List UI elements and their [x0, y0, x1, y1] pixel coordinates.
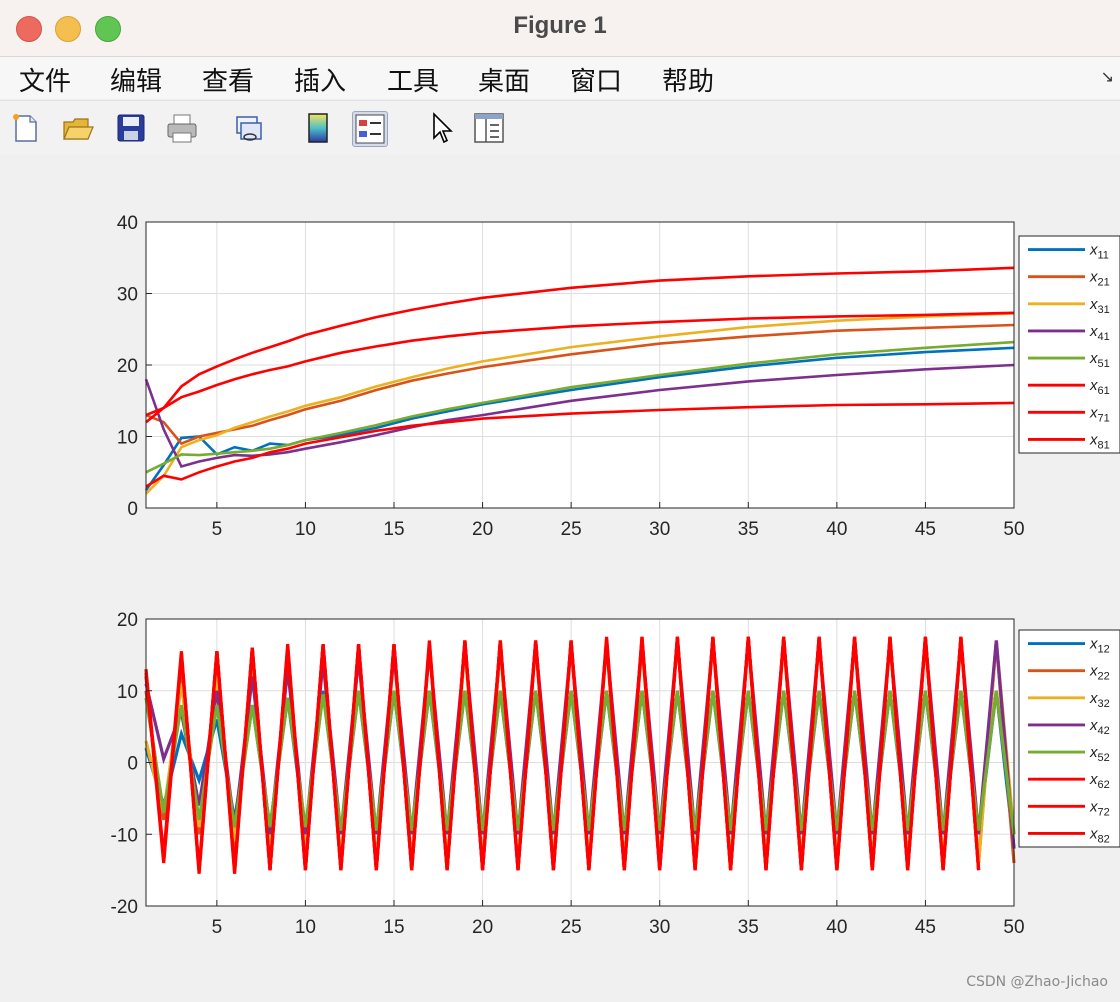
y-tick-label: 0	[127, 499, 138, 520]
x-tick-label: 45	[915, 917, 936, 938]
x-tick-label: 35	[738, 917, 759, 938]
menu-bar: 文件 编辑 查看 插入 工具 桌面 窗口 帮助 ↘	[0, 57, 1120, 99]
menu-view[interactable]: 查看	[202, 61, 254, 98]
link-plot-icon[interactable]	[232, 111, 266, 145]
x-tick-label: 30	[649, 917, 670, 938]
x-tick-label: 35	[738, 519, 759, 540]
new-figure-icon[interactable]	[9, 111, 43, 145]
x-tick-label: 10	[295, 519, 316, 540]
title-bar[interactable]: Figure 1	[0, 0, 1120, 57]
y-tick-label: 0	[127, 754, 138, 775]
x-tick-label: 10	[295, 917, 316, 938]
menu-insert[interactable]: 插入	[294, 61, 346, 98]
x-tick-label: 15	[383, 917, 404, 938]
print-icon[interactable]	[165, 111, 199, 145]
y-tick-label: 30	[117, 285, 138, 306]
save-icon[interactable]	[114, 111, 148, 145]
x-tick-label: 5	[212, 917, 223, 938]
pointer-icon[interactable]	[425, 111, 459, 145]
y-tick-label: 10	[117, 428, 138, 449]
figure-window: Figure 1 文件 编辑 查看 插入 工具 桌面 窗口 帮助 ↘ 5 10 …	[0, 0, 1120, 998]
menu-help[interactable]: 帮助	[662, 61, 714, 98]
y-tick-label: 20	[117, 610, 138, 631]
x-tick-label: 20	[472, 519, 493, 540]
x-tick-label: 50	[1003, 519, 1024, 540]
y-tick-label: -10	[111, 825, 138, 846]
menu-window[interactable]: 窗口	[570, 61, 622, 98]
y-tick-label: 10	[117, 682, 138, 703]
x-tick-label: 15	[383, 519, 404, 540]
menu-desktop[interactable]: 桌面	[478, 61, 530, 98]
x-tick-label: 5	[212, 519, 223, 540]
x-tick-label: 40	[826, 519, 847, 540]
y-tick-label: 40	[117, 213, 138, 234]
menu-tools[interactable]: 工具	[387, 61, 439, 98]
menu-edit[interactable]: 编辑	[110, 61, 162, 98]
figure-svg: 5 10 15 20 25 30 35 40 45 50010203040x11x21x31x41…	[111, 213, 1120, 938]
x-tick-label: 50	[1003, 917, 1024, 938]
colorbar-icon[interactable]	[301, 111, 335, 145]
dock-arrow-icon[interactable]: ↘	[1101, 67, 1114, 86]
x-tick-label: 25	[561, 917, 582, 938]
property-inspector-icon[interactable]	[472, 111, 506, 145]
x-tick-label: 45	[915, 519, 936, 540]
x-tick-label: 20	[472, 917, 493, 938]
toolbar	[0, 100, 1120, 156]
open-file-icon[interactable]	[61, 111, 95, 145]
menu-file[interactable]: 文件	[19, 61, 71, 98]
x-tick-label: 30	[649, 519, 670, 540]
x-tick-label: 40	[826, 917, 847, 938]
x-tick-label: 25	[561, 519, 582, 540]
watermark: CSDN @Zhao-Jichao	[966, 974, 1108, 990]
y-tick-label: -20	[111, 897, 138, 918]
y-tick-label: 20	[117, 356, 138, 377]
legend-icon[interactable]	[352, 111, 388, 147]
figure-canvas: 5 10 15 20 25 30 35 40 45 50 0 10 20 30 40 x11 x21 x31 x41…	[0, 155, 1120, 998]
window-title: Figure 1	[513, 12, 607, 39]
